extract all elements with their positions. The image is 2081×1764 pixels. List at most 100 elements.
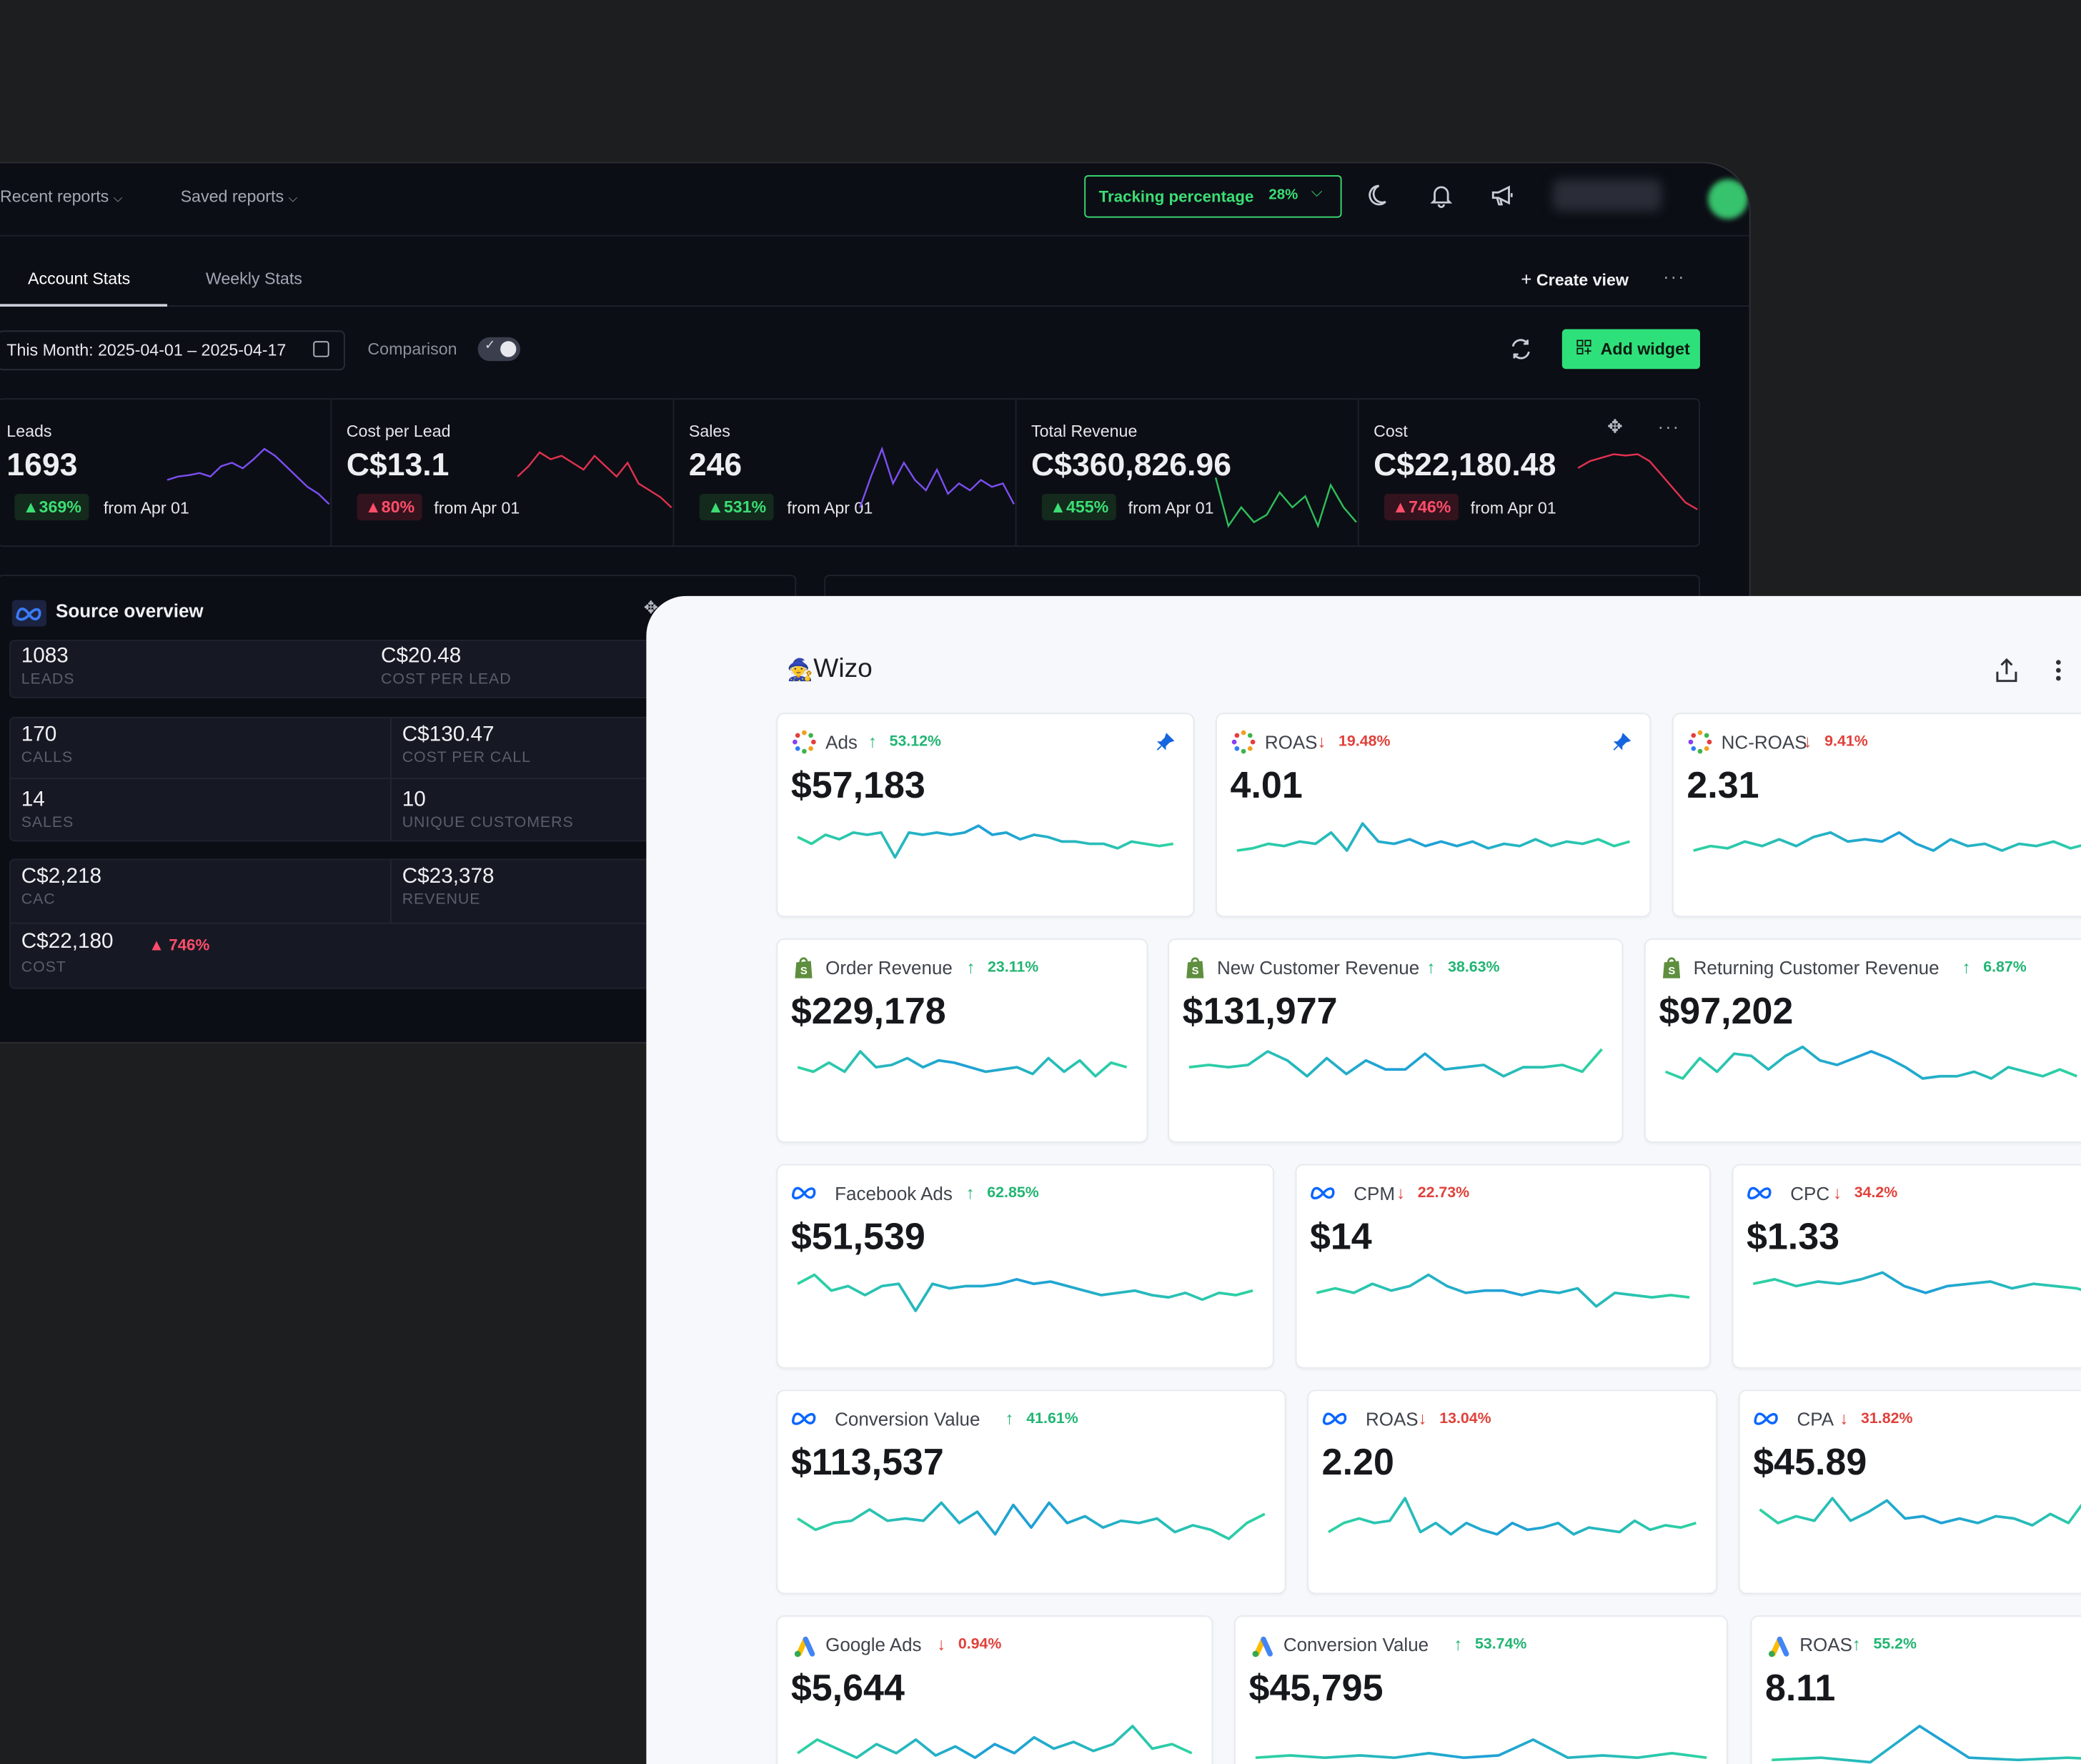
move-icon[interactable]: ✥	[1607, 415, 1623, 438]
metric-card[interactable]: Google Ads ↓ 0.94% $5,644	[776, 1615, 1213, 1764]
kpi-card-cost[interactable]: Cost C$22,180.48 ▲746% from Apr 01 ✥ ···	[1358, 400, 1699, 545]
comparison-label: Comparison	[367, 340, 457, 359]
meta-icon	[1747, 1186, 1772, 1200]
saved-reports-label: Saved reports	[180, 187, 284, 206]
check-icon: ✓	[484, 338, 496, 353]
card-title: Conversion Value	[835, 1408, 980, 1430]
card-value: 2.31	[1687, 764, 1759, 806]
card-trend-line	[797, 1050, 1128, 1078]
metric-card[interactable]: Conversion Value ↑ 53.74% $45,795	[1234, 1615, 1728, 1764]
kpi-card-leads[interactable]: Leads 1693 ▲369% from Apr 01	[0, 399, 332, 546]
cost-change-badge: ▲ 746%	[148, 936, 210, 955]
kpi-change-badge: ▲369%	[14, 493, 90, 520]
top-navigation: Recent reports ⌵ Saved reports ⌵ Trackin…	[0, 163, 1749, 237]
add-widget-label: Add widget	[1600, 340, 1690, 359]
metric-card[interactable]: Conversion Value ↑ 41.61% $113,537	[776, 1389, 1286, 1595]
card-change-percent: 31.82%	[1861, 1411, 1913, 1427]
tracking-percentage-dropdown[interactable]: Tracking percentage 28% ⌵	[1084, 175, 1342, 218]
calls-value: 170	[21, 723, 57, 746]
card-trend-line	[1236, 822, 1631, 852]
card-value: $57,183	[790, 764, 925, 806]
ads-ring-icon	[1231, 730, 1256, 754]
active-tab-indicator	[0, 304, 167, 307]
card-value: $113,537	[790, 1441, 944, 1483]
card-trend-line	[797, 1501, 1266, 1540]
metric-card[interactable]: S Returning Customer Revenue ↑ 6.87% $97,202	[1644, 938, 2081, 1143]
avatar[interactable]	[1708, 179, 1748, 219]
card-title: Conversion Value	[1283, 1634, 1429, 1655]
card-title: Facebook Ads	[835, 1182, 953, 1204]
tracking-percentage-label: Tracking percentage	[1098, 187, 1254, 206]
arrow-up-icon: ↑	[1426, 956, 1436, 977]
kpi-card-sales[interactable]: Sales 246 ▲531% from Apr 01	[673, 399, 1017, 546]
cost-per-lead-label: COST PER LEAD	[380, 671, 512, 688]
trend-polyline	[797, 1725, 1193, 1760]
card-title: NC-ROAS	[1721, 731, 1807, 753]
cac-label: CAC	[21, 891, 56, 908]
card-title: Ads	[825, 731, 858, 753]
meta-icon	[1754, 1412, 1778, 1425]
pin-icon[interactable]	[1612, 733, 1631, 751]
metric-card[interactable]: CPC ↓ 34.2% $1.33	[1732, 1164, 2081, 1369]
revenue-label: REVENUE	[402, 891, 481, 908]
cac-value: C$2,218	[21, 865, 102, 888]
card-trend-line	[797, 824, 1173, 859]
add-widget-button[interactable]: Add widget	[1561, 329, 1700, 370]
card-change-percent: 41.61%	[1026, 1411, 1078, 1427]
metric-card[interactable]: NC-ROAS ↓ 9.41% 2.31	[1672, 713, 2081, 918]
card-change-percent: 62.85%	[987, 1185, 1039, 1201]
trend-polyline	[1693, 831, 2081, 852]
metric-card[interactable]: ROAS ↑ 55.2% 8.11	[1750, 1615, 2081, 1764]
card-trend-line	[797, 1273, 1253, 1312]
metric-card[interactable]: S New Customer Revenue ↑ 38.63% $131,977	[1168, 938, 1624, 1143]
moon-icon[interactable]	[1369, 182, 1392, 208]
card-title: Order Revenue	[825, 956, 953, 978]
trend-polyline	[1316, 1273, 1690, 1308]
date-range-picker[interactable]: This Month: 2025-04-01 – 2025-04-17	[0, 330, 345, 371]
bell-icon[interactable]	[1429, 182, 1453, 209]
card-trend-line	[1188, 1048, 1603, 1078]
tab-weekly-stats[interactable]: Weekly Stats	[206, 269, 302, 288]
kpi-value: C$22,180.48	[1374, 447, 1556, 483]
user-name-blurred[interactable]	[1552, 179, 1662, 212]
card-change-percent: 9.41%	[1824, 733, 1868, 750]
kebab-menu-icon[interactable]	[2053, 657, 2064, 683]
sales-value: 14	[21, 788, 45, 811]
card-change-percent: 22.73%	[1417, 1185, 1470, 1201]
metric-card[interactable]: Facebook Ads ↑ 62.85% $51,539	[776, 1164, 1274, 1369]
card-value: $5,644	[790, 1667, 905, 1709]
kpi-label: Leads	[6, 422, 52, 441]
metric-card[interactable]: Ads ↑ 53.12% $57,183	[776, 713, 1195, 918]
metric-card[interactable]: CPA ↓ 31.82% $45.89	[1738, 1389, 2081, 1595]
metric-card[interactable]: CPM ↓ 22.73% $14	[1295, 1164, 1711, 1369]
metric-card[interactable]: ROAS ↓ 19.48% 4.01	[1216, 713, 1652, 918]
kpi-value: C$13.1	[346, 447, 450, 483]
share-upload-icon[interactable]	[1995, 657, 2018, 683]
refresh-icon[interactable]	[1509, 337, 1533, 361]
arrow-up-icon: ↑	[868, 731, 877, 752]
megaphone-icon[interactable]	[1489, 182, 1516, 208]
card-value: $229,178	[790, 990, 946, 1031]
card-change-percent: 0.94%	[958, 1636, 1002, 1653]
more-options-icon[interactable]: ···	[1658, 415, 1681, 437]
create-view-button[interactable]: + Create view	[1521, 268, 1629, 289]
card-trend-line	[1328, 1497, 1697, 1536]
kpi-card-total-revenue[interactable]: Total Revenue C$360,826.96 ▲455% from Ap…	[1015, 399, 1359, 546]
comparison-toggle[interactable]: ✓	[477, 337, 520, 362]
kpi-change-value: 455%	[1066, 497, 1109, 517]
tab-account-stats[interactable]: Account Stats	[28, 269, 130, 288]
kpi-card-cost-per-lead[interactable]: Cost per Lead C$13.1 ▲80% from Apr 01	[330, 399, 675, 546]
google-ads-icon	[1768, 1636, 1789, 1658]
saved-reports-menu[interactable]: Saved reports ⌵	[181, 187, 298, 206]
brand-name: Wizo	[813, 654, 873, 684]
more-options-icon[interactable]: ···	[1663, 265, 1686, 287]
pin-icon[interactable]	[1156, 733, 1175, 751]
create-view-label: Create view	[1536, 270, 1629, 289]
recent-reports-menu[interactable]: Recent reports ⌵	[0, 187, 122, 206]
widget-grid-icon	[1576, 340, 1591, 355]
google-ads-icon	[1252, 1636, 1273, 1658]
arrow-down-icon: ↓	[1833, 1182, 1842, 1203]
chevron-down-icon: ⌵	[1311, 184, 1323, 201]
metric-card[interactable]: S Order Revenue ↑ 23.11% $229,178	[776, 938, 1148, 1143]
metric-card[interactable]: ROAS ↓ 13.04% 2.20	[1307, 1389, 1718, 1595]
